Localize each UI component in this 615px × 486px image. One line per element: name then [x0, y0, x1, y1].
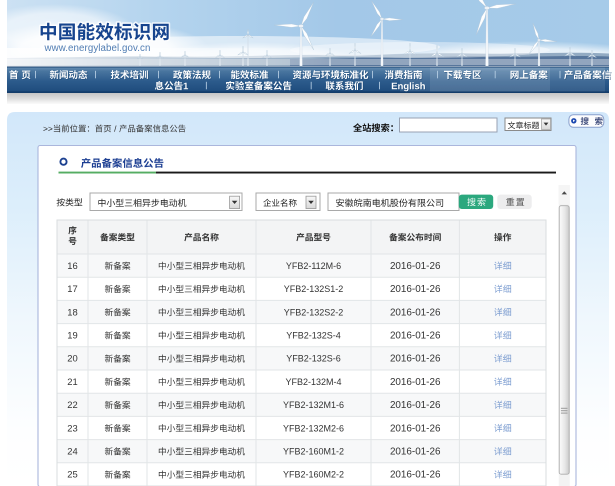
- svg-text:2016-01-26: 2016-01-26: [390, 307, 441, 318]
- svg-text:YFB2-112M-6: YFB2-112M-6: [286, 261, 341, 271]
- svg-text:23: 23: [67, 422, 77, 433]
- svg-text:2016-01-26: 2016-01-26: [390, 377, 441, 388]
- svg-text:25: 25: [67, 469, 77, 480]
- svg-text:16: 16: [67, 260, 77, 271]
- svg-text:2016-01-26: 2016-01-26: [390, 423, 441, 434]
- svg-text:YFB2-132S2-2: YFB2-132S2-2: [284, 307, 344, 317]
- svg-text:24: 24: [67, 446, 77, 457]
- svg-text:YFB2-132S1-2: YFB2-132S1-2: [284, 284, 344, 294]
- svg-text:2016-01-26: 2016-01-26: [390, 261, 441, 272]
- svg-text:2016-01-26: 2016-01-26: [390, 331, 441, 342]
- svg-text:2016-01-26: 2016-01-26: [390, 400, 441, 411]
- svg-text:YFB2-132S-4: YFB2-132S-4: [286, 331, 341, 341]
- svg-text:YFB2-132M2-6: YFB2-132M2-6: [283, 423, 344, 433]
- svg-text:YFB2-132M1-6: YFB2-132M1-6: [283, 400, 344, 410]
- svg-text:21: 21: [67, 376, 77, 387]
- svg-text:18: 18: [67, 306, 77, 317]
- svg-text:2016-01-26: 2016-01-26: [390, 354, 441, 365]
- svg-text:YFB2-132S-6: YFB2-132S-6: [286, 354, 341, 364]
- svg-text:17: 17: [67, 283, 77, 294]
- svg-text:20: 20: [67, 353, 77, 364]
- svg-text:YFB2-132M-4: YFB2-132M-4: [285, 377, 341, 387]
- svg-text:22: 22: [67, 399, 77, 410]
- svg-text:YFB2-160M1-2: YFB2-160M1-2: [283, 447, 344, 457]
- svg-text:2016-01-26: 2016-01-26: [390, 470, 441, 481]
- svg-text:19: 19: [67, 330, 77, 341]
- svg-text:YFB2-160M2-2: YFB2-160M2-2: [283, 470, 344, 480]
- svg-text:www.energylabel.gov.cn: www.energylabel.gov.cn: [44, 43, 151, 54]
- svg-text:2016-01-26: 2016-01-26: [390, 447, 441, 458]
- svg-text:2016-01-26: 2016-01-26: [390, 284, 441, 295]
